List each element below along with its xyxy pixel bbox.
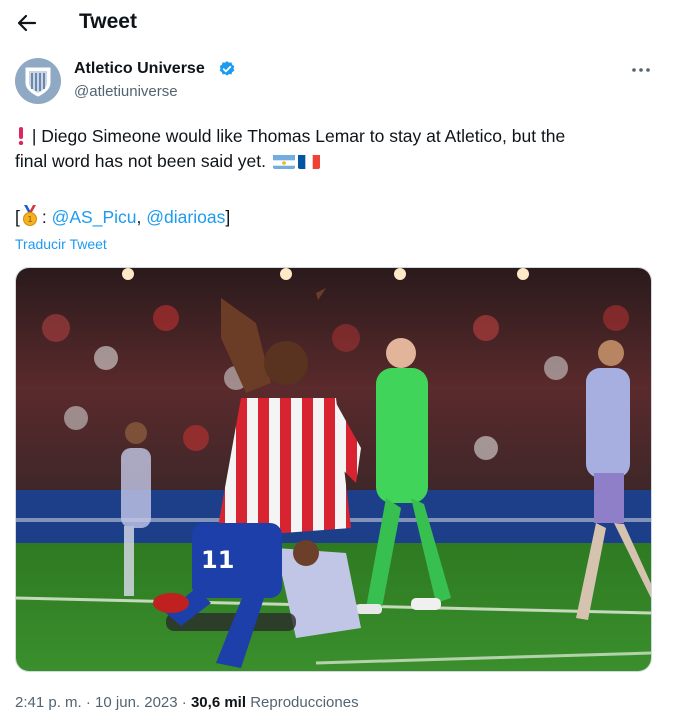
tweet-text-1: | Diego Simeone would like Thomas Lemar …: [31, 126, 566, 146]
tweet-text-2: final word has not been said yet.: [15, 151, 266, 171]
jersey-number: 11: [201, 546, 234, 574]
france-flag-icon: [297, 153, 320, 169]
tweet-photo[interactable]: 11: [15, 267, 652, 672]
translate-tweet-link[interactable]: Traducir Tweet: [15, 236, 107, 252]
medal-icon: 1: [20, 205, 42, 230]
author-name[interactable]: Atletico Universe: [74, 60, 205, 78]
view-count[interactable]: 30,6 mil: [191, 694, 246, 711]
svg-text:1: 1: [27, 215, 32, 224]
page-title: Tweet: [79, 10, 137, 33]
tweet-meta: 2:41 p. m. · 10 jun. 2023 · 30,6 mil Rep…: [15, 694, 359, 711]
meta-separator: ·: [181, 694, 187, 711]
author-handle[interactable]: @atletiuniverse: [74, 83, 178, 100]
credit-colon: :: [41, 207, 47, 227]
more-icon[interactable]: [628, 58, 654, 82]
tweet-date[interactable]: 10 jun. 2023: [95, 694, 178, 711]
football-celebration-image: 11: [16, 268, 651, 671]
credit-bracket-close: ]: [225, 207, 231, 227]
tweet-time[interactable]: 2:41 p. m.: [15, 694, 82, 711]
meta-separator: ·: [85, 694, 91, 711]
exclamation-icon: [15, 124, 27, 149]
credit-comma: ,: [136, 207, 142, 227]
club-crest-icon: [25, 67, 51, 97]
back-arrow-icon[interactable]: [12, 8, 42, 38]
mention-link[interactable]: @AS_Picu: [52, 207, 137, 227]
avatar[interactable]: [15, 58, 61, 104]
mention-link[interactable]: @diarioas: [146, 207, 225, 227]
tweet-line-1: | Diego Simeone would like Thomas Lemar …: [15, 124, 565, 149]
header-bar: Tweet: [0, 0, 677, 46]
argentina-flag-icon: [272, 153, 295, 169]
views-label: Reproducciones: [250, 694, 359, 711]
verified-badge-icon: [218, 60, 236, 78]
credits-line: [ 1 : @AS_Picu, @diarioas]: [15, 205, 230, 230]
tweet-line-2: final word has not been said yet.: [15, 149, 323, 174]
